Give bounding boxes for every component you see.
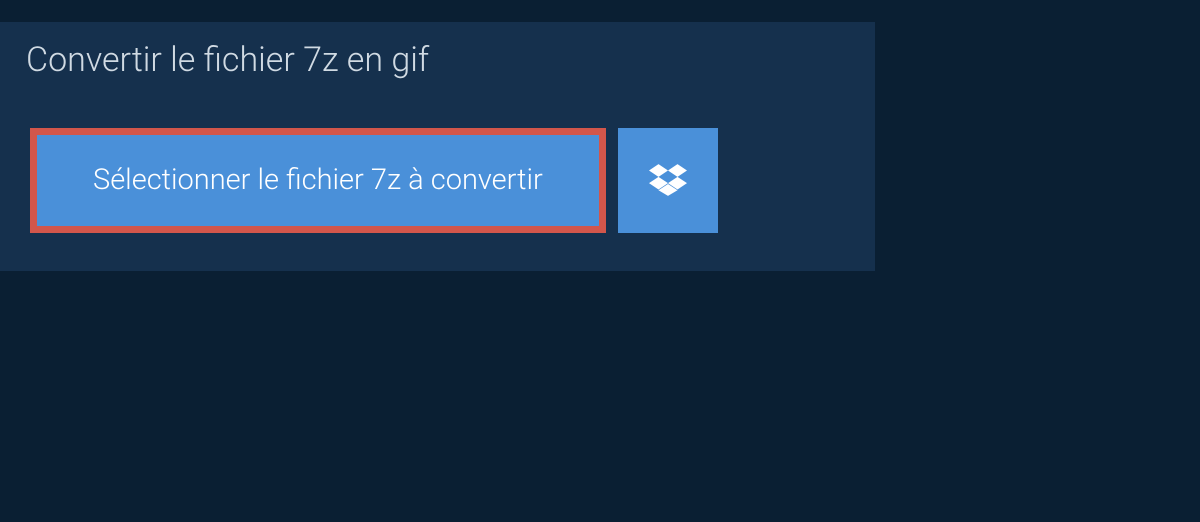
converter-panel: Convertir le fichier 7z en gif Sélection… xyxy=(0,22,875,271)
dropbox-icon xyxy=(649,161,687,199)
action-row: Sélectionner le fichier 7z à convertir xyxy=(0,98,875,233)
dropbox-button[interactable] xyxy=(618,128,718,233)
page-title: Convertir le fichier 7z en gif xyxy=(0,22,455,98)
select-file-button[interactable]: Sélectionner le fichier 7z à convertir xyxy=(30,128,606,233)
